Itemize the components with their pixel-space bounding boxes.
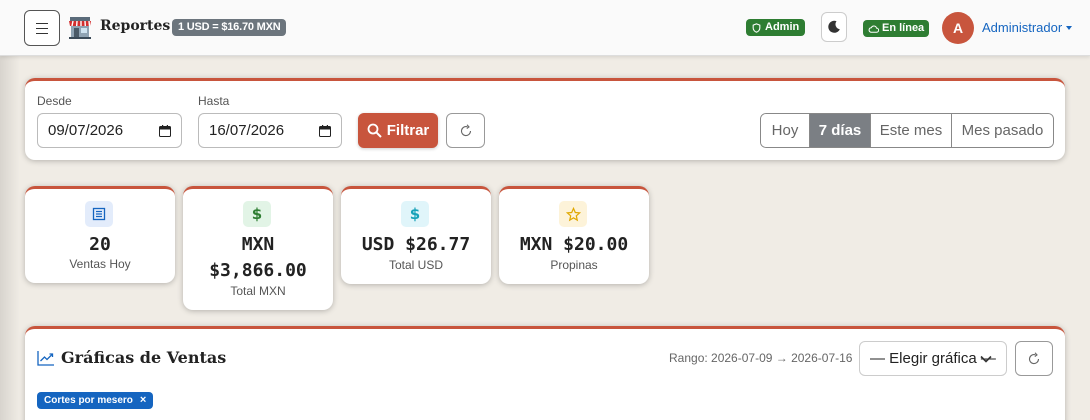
stat-value: MXN $3,866.00 [209,234,307,281]
from-date-label: Desde [37,94,72,108]
moon-icon [828,20,840,33]
user-name: Administrador [982,20,1063,35]
stat-value: USD $26.77 [361,234,471,255]
refresh-charts-button[interactable] [1015,341,1053,376]
online-status-badge: En línea [863,20,930,37]
search-icon [367,123,382,138]
filter-button-label: Filtrar [386,122,430,139]
chart-type-select[interactable]: — Elegir gráfica — [859,341,1007,376]
top-navbar: Reportes 1 USD = $16.70 MXN Admin En lín… [0,0,1090,56]
exchange-rate-badge: 1 USD = $16.70 MXN [172,19,287,36]
from-date-value: 09/07/2026 [48,122,124,139]
charts-title: Gráficas de Ventas [61,348,227,367]
stat-card-total-usd: $ USD $26.77 Total USD [341,186,491,284]
active-chart-tag-label: Cortes por mesero [44,395,133,406]
star-icon [559,201,587,227]
range-text: Rango: 2026-07-09 → 2026-07-16 [669,351,853,365]
date-filter-card: Desde 09/07/2026 Hasta 16/07/2026 Filtra… [25,78,1065,160]
active-chart-tag: Cortes por mesero × [37,392,154,409]
user-menu-dropdown[interactable]: Administrador [982,20,1073,35]
refresh-icon [1028,351,1040,364]
calendar-icon [159,125,171,137]
sales-charts-card: Gráficas de Ventas Rango: 2026-07-09 → 2… [25,326,1065,420]
stat-card-tips: MXN $20.00 Propinas [499,186,649,284]
tag-close-icon[interactable]: × [140,392,146,409]
stat-value: MXN $20.00 [519,234,629,255]
range-today-button[interactable]: Hoy [761,114,810,147]
stat-label: Total USD [388,258,444,272]
admin-badge: Admin [746,19,806,36]
hamburger-icon [36,21,48,36]
stat-card-sales-today: 20 Ventas Hoy [25,186,175,283]
reset-filter-button[interactable] [446,113,485,148]
filter-button[interactable]: Filtrar [358,113,438,148]
to-date-label: Hasta [198,94,230,108]
stat-label: Total MXN [230,284,286,298]
receipt-icon [85,201,113,227]
stat-card-total-mxn: $ MXN $3,866.00 Total MXN [183,186,333,310]
to-date-value: 16/07/2026 [209,122,285,139]
range-last-month-button[interactable]: Mes pasado [952,114,1053,147]
chart-select-value: — Elegir gráfica — [870,350,996,367]
from-date-input[interactable]: 09/07/2026 [37,113,182,148]
stat-value: 20 [89,234,111,255]
range-7-days-button[interactable]: 7 días [810,114,871,147]
cloud-icon [868,25,879,33]
menu-toggle-button[interactable] [24,10,60,46]
chevron-down-icon [980,355,992,363]
caret-down-icon [1066,25,1073,30]
theme-toggle-button[interactable] [821,12,847,42]
to-date-input[interactable]: 16/07/2026 [198,113,342,148]
trend-chart-icon [37,351,54,366]
quick-range-group: Hoy 7 días Este mes Mes pasado [760,113,1054,148]
dollar-icon: $ [243,201,271,227]
admin-badge-label: Admin [765,21,800,33]
range-this-month-button[interactable]: Este mes [871,114,952,147]
user-avatar[interactable]: A [942,12,974,44]
refresh-icon [460,123,471,136]
store-icon [69,17,91,39]
shield-icon [752,22,761,33]
calendar-icon [319,125,331,137]
stat-label: Ventas Hoy [69,257,131,271]
online-status-label: En línea [882,22,925,34]
brand-title[interactable]: Reportes [100,18,170,34]
dollar-icon: $ [401,201,429,227]
stat-label: Propinas [550,258,598,272]
